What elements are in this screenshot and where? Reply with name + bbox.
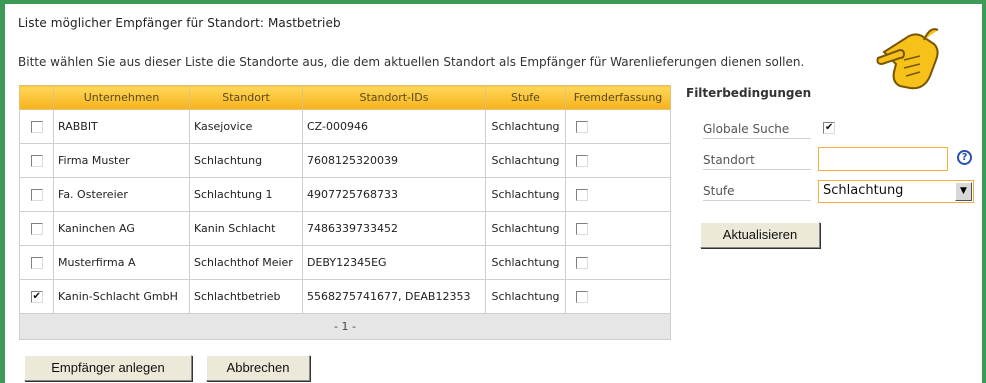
table-row: Kanin-Schlacht GmbHSchlachtbetrieb556827… xyxy=(19,279,671,314)
cell-stufe: Schlachtung xyxy=(485,211,566,246)
column-header-stufe[interactable]: Stufe xyxy=(485,85,566,110)
table-row: Firma Muster Schlachtung 7608125320039 Schl… xyxy=(19,143,671,178)
select-cell xyxy=(19,143,54,178)
global-search-label: Globale Suche xyxy=(703,122,811,139)
select-cell xyxy=(19,279,54,314)
stufe-select-value: Schlachtung xyxy=(823,183,904,198)
cell-stufe: Schlachtung xyxy=(485,245,566,280)
cell-standort-ids: 4907725768733 xyxy=(302,177,486,212)
window-right-border xyxy=(982,0,986,383)
global-search-checkbox[interactable] xyxy=(823,122,835,134)
cell-unternehmen: Musterfirma A xyxy=(53,245,190,280)
cell-standort-ids: 7608125320039 xyxy=(302,143,486,178)
fremderfassung-cell xyxy=(565,245,671,280)
table-row: Musterfirma A Schlachthof Meier DEBY12345E… xyxy=(19,245,671,280)
select-checkbox[interactable] xyxy=(30,257,43,269)
cell-standort: Kasejovice xyxy=(189,109,303,144)
select-checkbox[interactable] xyxy=(30,189,43,201)
cancel-button[interactable]: Abbrechen xyxy=(206,355,310,381)
select-checkbox[interactable] xyxy=(30,223,43,235)
table-row: Fa. Ostereier Schlachtung 1 4907725768733 S… xyxy=(19,177,671,212)
cell-standort: Schlachtung xyxy=(189,143,303,178)
help-icon[interactable]: ? xyxy=(957,150,972,165)
select-cell xyxy=(19,211,54,246)
fremderfassung-cell xyxy=(565,109,671,144)
stufe-label: Stufe xyxy=(703,184,811,201)
page-title: Liste möglicher Empfänger für Standort: … xyxy=(18,16,341,30)
cell-unternehmen: Firma Muster xyxy=(53,143,190,178)
fremderfassung-checkbox[interactable] xyxy=(576,291,588,303)
cell-standort: Schlachtbetrieb xyxy=(189,279,303,314)
recipient-table: Unternehmen Standort Standort-IDs Stufe … xyxy=(19,85,671,340)
pointing-hand-icon xyxy=(876,28,939,90)
fremderfassung-cell xyxy=(565,211,671,246)
cell-standort: Kanin Schlacht xyxy=(189,211,303,246)
cell-standort-ids: DEBY12345EG xyxy=(302,245,486,280)
select-checkbox[interactable] xyxy=(30,121,43,133)
select-cell xyxy=(19,245,54,280)
standort-label: Standort xyxy=(703,153,811,170)
cell-standort: Schlachtung 1 xyxy=(189,177,303,212)
select-checkbox[interactable] xyxy=(30,155,43,167)
column-header-select xyxy=(19,85,54,110)
standort-input[interactable] xyxy=(818,147,948,171)
page-subtitle: Bitte wählen Sie aus dieser Liste die St… xyxy=(18,55,805,69)
cell-unternehmen: Kanin-Schlacht GmbH xyxy=(53,279,190,314)
fremderfassung-cell xyxy=(565,279,671,314)
cell-unternehmen: Fa. Ostereier xyxy=(53,177,190,212)
select-checkbox[interactable] xyxy=(30,291,43,303)
column-header-standort-ids[interactable]: Standort-IDs xyxy=(302,85,486,110)
cell-stufe: Schlachtung xyxy=(485,109,566,144)
filter-title: Filterbedingungen xyxy=(686,86,812,100)
cell-standort-ids: 7486339733452 xyxy=(302,211,486,246)
table-row: Kaninchen AG Kanin Schlacht 7486339733452 S… xyxy=(19,211,671,246)
column-header-unternehmen[interactable]: Unternehmen xyxy=(53,85,190,110)
create-recipient-button[interactable]: Empfänger anlegen xyxy=(24,355,192,381)
cell-standort-ids: 5568275741677, DEAB12353 xyxy=(302,279,486,314)
fremderfassung-checkbox[interactable] xyxy=(576,257,588,269)
window-top-border xyxy=(0,0,986,4)
dropdown-arrow-icon[interactable]: ▼ xyxy=(955,182,972,201)
pager[interactable]: - 1 - xyxy=(19,313,671,340)
fremderfassung-cell xyxy=(565,143,671,178)
table-header-row: Unternehmen Standort Standort-IDs Stufe … xyxy=(19,85,671,110)
update-button[interactable]: Aktualisieren xyxy=(700,222,820,248)
table-row: RABBIT Kasejovice CZ-000946 Schlachtung xyxy=(19,109,671,144)
stufe-select[interactable]: Schlachtung ▼ xyxy=(818,180,974,203)
fremderfassung-checkbox[interactable] xyxy=(576,189,588,201)
window-left-border xyxy=(0,0,5,383)
cell-stufe: Schlachtung xyxy=(485,177,566,212)
fremderfassung-cell xyxy=(565,177,671,212)
column-header-fremderfassung[interactable]: Fremderfassung xyxy=(565,85,671,110)
fremderfassung-checkbox[interactable] xyxy=(576,121,588,133)
cell-stufe: Schlachtung xyxy=(485,279,566,314)
cell-unternehmen: RABBIT xyxy=(53,109,190,144)
column-header-standort[interactable]: Standort xyxy=(189,85,303,110)
cell-standort-ids: CZ-000946 xyxy=(302,109,486,144)
cell-standort: Schlachthof Meier xyxy=(189,245,303,280)
select-cell xyxy=(19,109,54,144)
select-cell xyxy=(19,177,54,212)
fremderfassung-checkbox[interactable] xyxy=(576,155,588,167)
fremderfassung-checkbox[interactable] xyxy=(576,223,588,235)
cell-unternehmen: Kaninchen AG xyxy=(53,211,190,246)
pager-row: - 1 - xyxy=(19,313,671,340)
cell-stufe: Schlachtung xyxy=(485,143,566,178)
